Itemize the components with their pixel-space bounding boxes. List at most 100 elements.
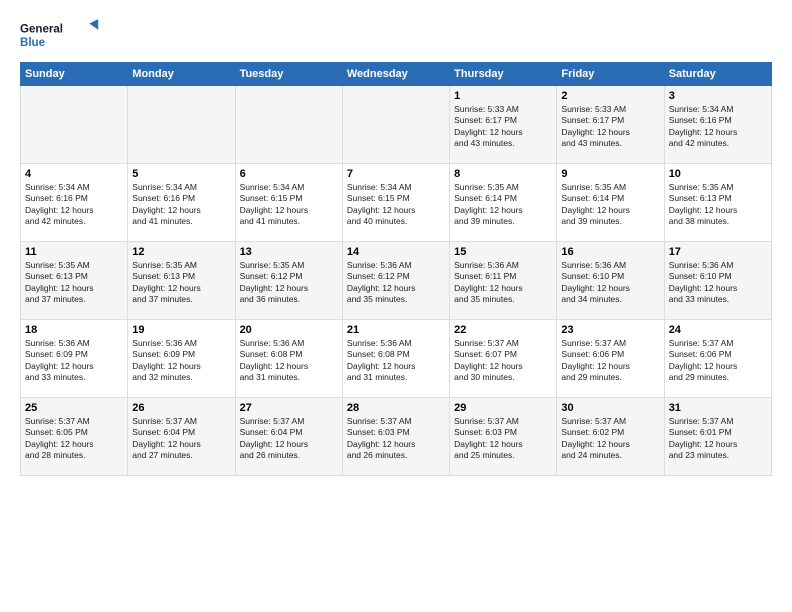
- calendar-cell: 17 Sunrise: 5:36 AM Sunset: 6:10 PM Dayli…: [664, 242, 771, 320]
- calendar-cell: [21, 86, 128, 164]
- day-info: Sunrise: 5:35 AM Sunset: 6:13 PM Dayligh…: [25, 260, 123, 306]
- day-number: 6: [240, 168, 338, 180]
- day-info: Sunrise: 5:35 AM Sunset: 6:13 PM Dayligh…: [669, 182, 767, 228]
- day-info: Sunrise: 5:37 AM Sunset: 6:02 PM Dayligh…: [561, 416, 659, 462]
- day-info: Sunrise: 5:33 AM Sunset: 6:17 PM Dayligh…: [454, 104, 552, 150]
- calendar-cell: 30 Sunrise: 5:37 AM Sunset: 6:02 PM Dayli…: [557, 398, 664, 476]
- calendar-cell: 1Sunrise: 5:33 AM Sunset: 6:17 PM Daylig…: [450, 86, 557, 164]
- week-row-1: 1Sunrise: 5:33 AM Sunset: 6:17 PM Daylig…: [21, 86, 772, 164]
- calendar-cell: 27 Sunrise: 5:37 AM Sunset: 6:04 PM Dayli…: [235, 398, 342, 476]
- calendar-cell: 31 Sunrise: 5:37 AM Sunset: 6:01 PM Dayli…: [664, 398, 771, 476]
- day-number: 13: [240, 246, 338, 258]
- header: General Blue: [20, 18, 772, 54]
- weekday-tuesday: Tuesday: [235, 63, 342, 86]
- calendar-cell: 21 Sunrise: 5:36 AM Sunset: 6:08 PM Dayli…: [342, 320, 449, 398]
- day-number: 28: [347, 402, 445, 414]
- week-row-3: 11 Sunrise: 5:35 AM Sunset: 6:13 PM Dayli…: [21, 242, 772, 320]
- day-number: 21: [347, 324, 445, 336]
- day-info: Sunrise: 5:34 AM Sunset: 6:15 PM Dayligh…: [240, 182, 338, 228]
- day-number: 25: [25, 402, 123, 414]
- day-info: Sunrise: 5:35 AM Sunset: 6:14 PM Dayligh…: [561, 182, 659, 228]
- day-number: 23: [561, 324, 659, 336]
- day-info: Sunrise: 5:37 AM Sunset: 6:01 PM Dayligh…: [669, 416, 767, 462]
- day-info: Sunrise: 5:36 AM Sunset: 6:10 PM Dayligh…: [561, 260, 659, 306]
- calendar-cell: 3 Sunrise: 5:34 AM Sunset: 6:16 PM Daylig…: [664, 86, 771, 164]
- calendar-cell: 25 Sunrise: 5:37 AM Sunset: 6:05 PM Dayli…: [21, 398, 128, 476]
- day-info: Sunrise: 5:34 AM Sunset: 6:16 PM Dayligh…: [669, 104, 767, 150]
- day-number: 18: [25, 324, 123, 336]
- day-number: 11: [25, 246, 123, 258]
- calendar-cell: 4 Sunrise: 5:34 AM Sunset: 6:16 PM Daylig…: [21, 164, 128, 242]
- logo-graphic: General Blue: [20, 18, 100, 54]
- calendar-cell: 7 Sunrise: 5:34 AM Sunset: 6:15 PM Daylig…: [342, 164, 449, 242]
- calendar-cell: [342, 86, 449, 164]
- day-number: 14: [347, 246, 445, 258]
- day-info: Sunrise: 5:36 AM Sunset: 6:08 PM Dayligh…: [347, 338, 445, 384]
- day-info: Sunrise: 5:37 AM Sunset: 6:05 PM Dayligh…: [25, 416, 123, 462]
- day-number: 24: [669, 324, 767, 336]
- calendar-cell: 6 Sunrise: 5:34 AM Sunset: 6:15 PM Daylig…: [235, 164, 342, 242]
- calendar-table: SundayMondayTuesdayWednesdayThursdayFrid…: [20, 62, 772, 476]
- weekday-monday: Monday: [128, 63, 235, 86]
- day-number: 16: [561, 246, 659, 258]
- calendar-cell: 12 Sunrise: 5:35 AM Sunset: 6:13 PM Dayli…: [128, 242, 235, 320]
- week-row-5: 25 Sunrise: 5:37 AM Sunset: 6:05 PM Dayli…: [21, 398, 772, 476]
- day-info: Sunrise: 5:36 AM Sunset: 6:12 PM Dayligh…: [347, 260, 445, 306]
- day-number: 17: [669, 246, 767, 258]
- day-info: Sunrise: 5:36 AM Sunset: 6:09 PM Dayligh…: [132, 338, 230, 384]
- page: General Blue SundayMondayTuesdayWednesda…: [0, 0, 792, 612]
- weekday-friday: Friday: [557, 63, 664, 86]
- calendar-cell: 22 Sunrise: 5:37 AM Sunset: 6:07 PM Dayli…: [450, 320, 557, 398]
- day-info: Sunrise: 5:35 AM Sunset: 6:13 PM Dayligh…: [132, 260, 230, 306]
- day-number: 9: [561, 168, 659, 180]
- calendar-cell: 11 Sunrise: 5:35 AM Sunset: 6:13 PM Dayli…: [21, 242, 128, 320]
- calendar-cell: 13 Sunrise: 5:35 AM Sunset: 6:12 PM Dayli…: [235, 242, 342, 320]
- day-number: 12: [132, 246, 230, 258]
- calendar-cell: 8Sunrise: 5:35 AM Sunset: 6:14 PM Daylig…: [450, 164, 557, 242]
- day-info: Sunrise: 5:33 AM Sunset: 6:17 PM Dayligh…: [561, 104, 659, 150]
- week-row-2: 4 Sunrise: 5:34 AM Sunset: 6:16 PM Daylig…: [21, 164, 772, 242]
- day-number: 27: [240, 402, 338, 414]
- day-info: Sunrise: 5:34 AM Sunset: 6:16 PM Dayligh…: [25, 182, 123, 228]
- day-number: 4: [25, 168, 123, 180]
- day-info: Sunrise: 5:35 AM Sunset: 6:14 PM Dayligh…: [454, 182, 552, 228]
- calendar-body: 1Sunrise: 5:33 AM Sunset: 6:17 PM Daylig…: [21, 86, 772, 476]
- calendar-cell: 15 Sunrise: 5:36 AM Sunset: 6:11 PM Dayli…: [450, 242, 557, 320]
- calendar-cell: [128, 86, 235, 164]
- calendar-cell: 9 Sunrise: 5:35 AM Sunset: 6:14 PM Daylig…: [557, 164, 664, 242]
- day-number: 30: [561, 402, 659, 414]
- day-number: 2: [561, 90, 659, 102]
- day-info: Sunrise: 5:36 AM Sunset: 6:08 PM Dayligh…: [240, 338, 338, 384]
- calendar-cell: 10 Sunrise: 5:35 AM Sunset: 6:13 PM Dayli…: [664, 164, 771, 242]
- day-info: Sunrise: 5:37 AM Sunset: 6:04 PM Dayligh…: [240, 416, 338, 462]
- day-number: 7: [347, 168, 445, 180]
- day-number: 10: [669, 168, 767, 180]
- day-info: Sunrise: 5:36 AM Sunset: 6:11 PM Dayligh…: [454, 260, 552, 306]
- day-info: Sunrise: 5:37 AM Sunset: 6:07 PM Dayligh…: [454, 338, 552, 384]
- day-number: 22: [454, 324, 552, 336]
- day-number: 15: [454, 246, 552, 258]
- calendar-cell: 18 Sunrise: 5:36 AM Sunset: 6:09 PM Dayli…: [21, 320, 128, 398]
- day-info: Sunrise: 5:34 AM Sunset: 6:15 PM Dayligh…: [347, 182, 445, 228]
- calendar-cell: 5Sunrise: 5:34 AM Sunset: 6:16 PM Daylig…: [128, 164, 235, 242]
- day-info: Sunrise: 5:37 AM Sunset: 6:03 PM Dayligh…: [347, 416, 445, 462]
- day-info: Sunrise: 5:37 AM Sunset: 6:06 PM Dayligh…: [561, 338, 659, 384]
- weekday-saturday: Saturday: [664, 63, 771, 86]
- calendar-cell: 23 Sunrise: 5:37 AM Sunset: 6:06 PM Dayli…: [557, 320, 664, 398]
- day-info: Sunrise: 5:34 AM Sunset: 6:16 PM Dayligh…: [132, 182, 230, 228]
- calendar-cell: 26Sunrise: 5:37 AM Sunset: 6:04 PM Dayli…: [128, 398, 235, 476]
- day-number: 3: [669, 90, 767, 102]
- weekday-header-row: SundayMondayTuesdayWednesdayThursdayFrid…: [21, 63, 772, 86]
- calendar-cell: 29Sunrise: 5:37 AM Sunset: 6:03 PM Dayli…: [450, 398, 557, 476]
- week-row-4: 18 Sunrise: 5:36 AM Sunset: 6:09 PM Dayli…: [21, 320, 772, 398]
- day-info: Sunrise: 5:36 AM Sunset: 6:10 PM Dayligh…: [669, 260, 767, 306]
- calendar-header: SundayMondayTuesdayWednesdayThursdayFrid…: [21, 63, 772, 86]
- day-info: Sunrise: 5:36 AM Sunset: 6:09 PM Dayligh…: [25, 338, 123, 384]
- calendar-cell: 16 Sunrise: 5:36 AM Sunset: 6:10 PM Dayli…: [557, 242, 664, 320]
- day-number: 19: [132, 324, 230, 336]
- day-info: Sunrise: 5:35 AM Sunset: 6:12 PM Dayligh…: [240, 260, 338, 306]
- day-number: 31: [669, 402, 767, 414]
- weekday-wednesday: Wednesday: [342, 63, 449, 86]
- weekday-thursday: Thursday: [450, 63, 557, 86]
- day-number: 20: [240, 324, 338, 336]
